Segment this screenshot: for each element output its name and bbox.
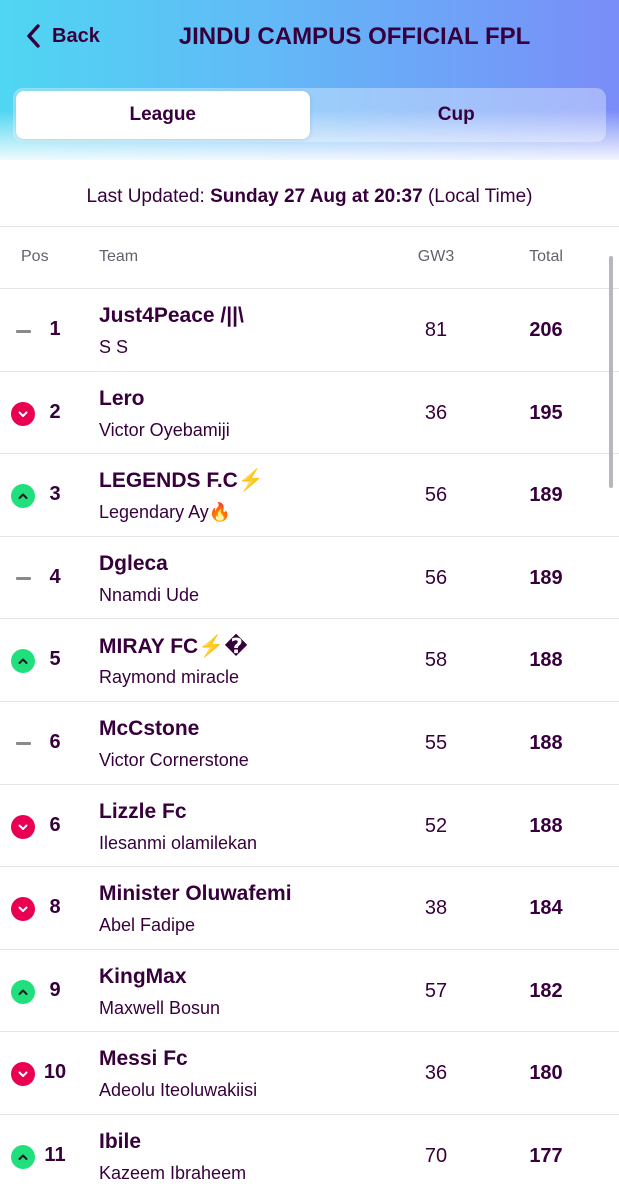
row-position: 1 (49, 318, 61, 340)
row-team-name[interactable]: Ibile (99, 1130, 141, 1154)
table-row[interactable]: 8 Minister Oluwafemi Abel Fadipe 38 184 (0, 866, 619, 949)
arrow-up-icon (11, 979, 35, 1004)
row-total-points: 188 (529, 649, 563, 672)
back-label: Back (52, 24, 100, 47)
row-manager-name: Victor Cornerstone (99, 749, 249, 770)
table-row[interactable]: 6 McCstone Victor Cornerstone 55 188 (0, 700, 619, 784)
scrollbar[interactable] (609, 256, 613, 488)
row-position: 4 (49, 565, 61, 588)
row-team-name[interactable]: KingMax (99, 965, 187, 989)
no-change-icon (11, 319, 35, 343)
column-header-pos[interactable]: Pos (21, 248, 49, 266)
column-header-total[interactable]: Total (506, 248, 586, 266)
row-position: 8 (49, 896, 61, 919)
no-change-icon (11, 567, 35, 591)
row-gameweek-points: 55 (424, 731, 448, 754)
row-gameweek-points: 56 (424, 566, 448, 589)
row-team-name[interactable]: Dgleca (99, 552, 168, 576)
row-team-name[interactable]: McCstone (99, 717, 199, 741)
row-gameweek-points: 36 (424, 1062, 448, 1085)
table-row[interactable]: 1 Just4Peace /||\ S S 81 206 (0, 288, 619, 371)
column-header-team[interactable]: Team (99, 248, 138, 266)
row-total-points: 189 (529, 566, 563, 589)
standings-table: 1 Just4Peace /||\ S S 81 206 2 Lero Victor Oyeb… (0, 288, 619, 1197)
row-position: 6 (49, 730, 61, 753)
row-position: 3 (49, 483, 61, 506)
row-gameweek-points: 58 (424, 649, 448, 672)
last-updated-suffix: (Local Time) (427, 186, 533, 207)
table-row[interactable]: 11 Ibile Kazeem Ibraheem 70 177 (0, 1113, 619, 1197)
tab-cup[interactable]: Cup (310, 91, 604, 139)
arrow-up-icon (11, 649, 35, 674)
table-row[interactable]: 6 Lizzle Fc Ilesanmi olamilekan 52 188 (0, 783, 619, 867)
row-team-name[interactable]: LEGENDS F.C⚡️ (99, 469, 264, 493)
row-total-points: 189 (529, 484, 563, 507)
row-position: 10 (43, 1061, 67, 1084)
row-team-name[interactable]: Lizzle Fc (99, 800, 187, 824)
table-row[interactable]: 4 Dgleca Nnamdi Ude 56 189 (0, 535, 619, 619)
row-total-points: 182 (529, 979, 563, 1002)
row-manager-name: Maxwell Bosun (99, 997, 221, 1018)
table-row[interactable]: 2 Lero Victor Oyebamiji 36 195 (0, 370, 619, 454)
table-row[interactable]: 10 Messi Fc Adeolu Iteoluwakiisi 36 180 (0, 1031, 619, 1114)
row-total-points: 177 (529, 1144, 563, 1167)
last-updated: Last Updated: Sunday 27 Aug at 20:37 (Lo… (0, 186, 619, 208)
row-gameweek-points: 57 (424, 979, 448, 1002)
row-team-name[interactable]: Lero (99, 387, 145, 411)
row-gameweek-points: 81 (424, 319, 448, 341)
row-total-points: 184 (529, 897, 563, 920)
row-team-name[interactable]: Minister Oluwafemi (99, 882, 292, 906)
row-manager-name: Legendary Ay🔥 (99, 502, 232, 523)
column-header-gw[interactable]: GW3 (396, 248, 476, 266)
table-row[interactable]: 3 LEGENDS F.C⚡️ Legendary Ay🔥 56 189 (0, 453, 619, 536)
row-manager-name: Nnamdi Ude (99, 584, 200, 605)
page-title: JINDU CAMPUS OFFICIAL FPL (178, 23, 531, 50)
row-gameweek-points: 52 (424, 814, 448, 837)
table-row[interactable]: 9 KingMax Maxwell Bosun 57 182 (0, 948, 619, 1032)
row-manager-name: Victor Oyebamiji (99, 419, 230, 440)
arrow-up-icon (11, 1144, 35, 1169)
no-change-icon (11, 732, 35, 756)
row-total-points: 188 (529, 731, 563, 754)
row-manager-name: Abel Fadipe (99, 915, 196, 936)
row-position: 9 (49, 978, 61, 1001)
row-gameweek-points: 36 (424, 401, 448, 424)
arrow-up-icon (11, 484, 35, 509)
last-updated-datetime: Sunday 27 Aug at 20:37 (210, 186, 423, 207)
row-total-points: 206 (529, 319, 563, 341)
tab-league[interactable]: League (16, 91, 310, 139)
row-position: 11 (44, 1143, 66, 1166)
arrow-down-icon (11, 401, 35, 426)
row-position: 6 (49, 813, 61, 836)
row-position: 5 (49, 648, 61, 671)
arrow-down-icon (11, 897, 35, 922)
row-team-name[interactable]: Messi Fc (99, 1047, 188, 1071)
row-total-points: 180 (529, 1062, 563, 1085)
row-team-name[interactable]: MIRAY FC⚡️� (99, 634, 248, 659)
back-button[interactable]: Back (24, 22, 100, 50)
chevron-left-icon (27, 24, 40, 48)
row-total-points: 188 (529, 814, 563, 837)
row-manager-name: Raymond miracle (99, 667, 240, 688)
row-manager-name: Kazeem Ibraheem (99, 1162, 247, 1183)
arrow-down-icon (11, 814, 35, 839)
last-updated-prefix: Last Updated: (86, 186, 205, 207)
table-row[interactable]: 5 MIRAY FC⚡️� Raymond miracle 58 188 (0, 618, 619, 701)
row-manager-name: S S (99, 337, 129, 357)
tab-bar: League Cup (13, 88, 606, 142)
row-gameweek-points: 56 (424, 484, 448, 507)
row-manager-name: Ilesanmi olamilekan (99, 832, 258, 853)
row-gameweek-points: 38 (424, 897, 448, 920)
row-position: 2 (49, 400, 61, 423)
row-gameweek-points: 70 (424, 1144, 448, 1167)
arrow-down-icon (11, 1062, 35, 1087)
divider (0, 226, 619, 227)
row-total-points: 195 (529, 401, 563, 424)
row-team-name[interactable]: Just4Peace /||\ (99, 304, 244, 328)
row-manager-name: Adeolu Iteoluwakiisi (99, 1080, 258, 1101)
